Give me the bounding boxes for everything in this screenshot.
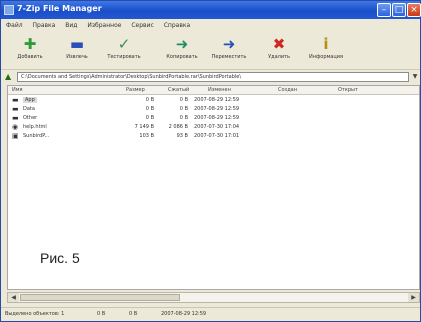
menu-edit[interactable]: Правка xyxy=(33,20,56,32)
status-date: 2007-08-29 12:59 xyxy=(161,311,207,317)
file-modified: 2007-07-30 17:01 xyxy=(194,133,240,139)
folder-icon: ▬ xyxy=(12,96,19,104)
scroll-left-icon[interactable]: ◀ xyxy=(8,293,19,302)
extract-label: Извлечь xyxy=(66,54,88,60)
delete-icon: ✖ xyxy=(272,35,286,53)
copy-label: Копировать xyxy=(166,54,198,60)
file-name: SunbirdP... xyxy=(23,133,50,139)
window-title: 7-Zip File Manager xyxy=(17,4,102,13)
move-label: Переместить xyxy=(211,54,247,60)
menu-tools[interactable]: Сервис xyxy=(131,20,153,32)
extract-button[interactable]: ▬ Извлечь xyxy=(54,34,100,68)
info-label: Информация xyxy=(308,54,343,60)
delete-button[interactable]: ✖ Удалить xyxy=(256,34,302,68)
file-packed: 0 B xyxy=(179,115,188,121)
file-size: 0 B xyxy=(145,97,154,103)
file-packed: 0 B xyxy=(179,106,188,112)
file-size: 0 B xyxy=(145,115,154,121)
toolbar: ✚ Добавить ▬ Извлечь ✓ Тестировать ➜ Коп… xyxy=(1,32,420,70)
menu-view[interactable]: Вид xyxy=(65,20,77,32)
info-icon: i xyxy=(323,35,329,53)
move-icon: ➜ xyxy=(222,35,236,53)
file-packed: 0 B xyxy=(179,97,188,103)
column-header-accessed[interactable]: Открыт xyxy=(338,87,358,93)
file-modified: 2007-08-29 12:59 xyxy=(194,115,240,121)
close-button[interactable]: × xyxy=(407,3,421,17)
menu-bar: Файл Правка Вид Избранное Сервис Справка xyxy=(1,20,420,32)
add-label: Добавить xyxy=(17,54,43,60)
table-row[interactable]: ◉ help.html 7 149 B 2 086 B 2007-07-30 1… xyxy=(8,123,419,132)
column-header-modified[interactable]: Изменен xyxy=(208,87,231,93)
file-modified: 2007-07-30 17:04 xyxy=(194,124,240,130)
file-name: App xyxy=(23,97,37,103)
status-selected: Выделено объектов: 1 xyxy=(5,311,65,317)
menu-file[interactable]: Файл xyxy=(6,20,23,32)
test-label: Тестировать xyxy=(107,54,141,60)
html-file-icon: ◉ xyxy=(12,123,19,131)
app-window: 7-Zip File Manager – □ × Файл Правка Вид… xyxy=(0,0,421,322)
menu-favorites[interactable]: Избранное xyxy=(87,20,121,32)
folder-icon: ▬ xyxy=(12,105,19,113)
file-name: Other xyxy=(23,115,38,121)
file-packed: 2 086 B xyxy=(168,124,188,130)
title-bar[interactable]: 7-Zip File Manager – □ × xyxy=(1,1,421,19)
copy-icon: ➜ xyxy=(175,35,189,53)
horizontal-scrollbar[interactable]: ◀ ▶ xyxy=(7,292,420,303)
file-modified: 2007-08-29 12:59 xyxy=(194,106,240,112)
minimize-button[interactable]: – xyxy=(377,3,391,17)
column-header-created[interactable]: Создан xyxy=(278,87,297,93)
info-button[interactable]: i Информация xyxy=(303,34,349,68)
file-name: Data xyxy=(23,106,35,112)
file-modified: 2007-08-29 12:59 xyxy=(194,97,240,103)
file-name: help.html xyxy=(23,124,47,130)
figure-caption: Рис. 5 xyxy=(40,250,80,266)
copy-button[interactable]: ➜ Копировать xyxy=(159,34,205,68)
test-button[interactable]: ✓ Тестировать xyxy=(101,34,147,68)
scroll-right-icon[interactable]: ▶ xyxy=(408,293,419,302)
column-header-name[interactable]: Имя xyxy=(12,87,23,93)
column-headers: Имя Размер Сжатый Изменен Создан Открыт xyxy=(8,86,419,95)
column-header-packed[interactable]: Сжатый xyxy=(168,87,189,93)
status-packed: 0 B xyxy=(129,311,138,317)
delete-label: Удалить xyxy=(268,54,290,60)
file-size: 0 B xyxy=(145,106,154,112)
table-row[interactable]: ▬ Data 0 B 0 B 2007-08-29 12:59 xyxy=(8,105,419,114)
file-packed: 93 B xyxy=(176,133,188,139)
file-size: 103 B xyxy=(139,133,154,139)
address-dropdown-icon[interactable]: ▼ xyxy=(411,72,419,82)
test-icon: ✓ xyxy=(117,35,131,53)
exe-file-icon: ▣ xyxy=(12,132,19,140)
column-header-size[interactable]: Размер xyxy=(126,87,145,93)
address-bar: ▲ C:\Documents and Settings\Administrato… xyxy=(1,71,420,83)
scroll-thumb[interactable] xyxy=(20,294,180,301)
move-button[interactable]: ➜ Переместить xyxy=(206,34,252,68)
status-size: 0 B xyxy=(97,311,106,317)
app-icon xyxy=(4,5,14,15)
extract-icon: ▬ xyxy=(69,35,85,53)
menu-help[interactable]: Справка xyxy=(164,20,190,32)
address-field[interactable]: C:\Documents and Settings\Administrator\… xyxy=(17,72,409,82)
table-row[interactable]: ▬ App 0 B 0 B 2007-08-29 12:59 xyxy=(8,96,419,105)
add-icon: ✚ xyxy=(23,35,37,53)
file-size: 7 149 B xyxy=(134,124,154,130)
maximize-button[interactable]: □ xyxy=(392,3,406,17)
status-bar: Выделено объектов: 1 0 B 0 B 2007-08-29 … xyxy=(1,307,420,321)
table-row[interactable]: ▬ Other 0 B 0 B 2007-08-29 12:59 xyxy=(8,114,419,123)
add-button[interactable]: ✚ Добавить xyxy=(7,34,53,68)
up-folder-icon[interactable]: ▲ xyxy=(5,72,15,82)
table-row[interactable]: ▣ SunbirdP... 103 B 93 B 2007-07-30 17:0… xyxy=(8,132,419,141)
folder-icon: ▬ xyxy=(12,114,19,122)
